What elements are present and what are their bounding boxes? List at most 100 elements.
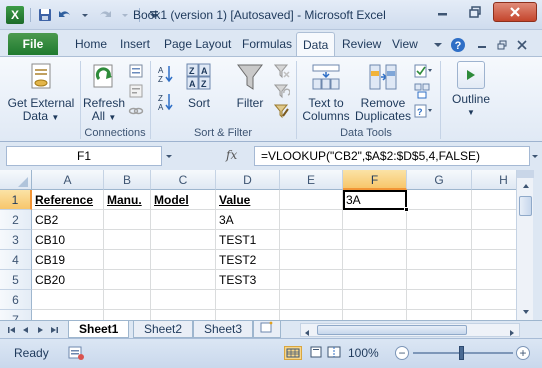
cell-g3[interactable] xyxy=(407,230,472,250)
column-header-g[interactable]: G xyxy=(407,170,472,190)
cell-b6[interactable] xyxy=(104,290,151,310)
cell-e2[interactable] xyxy=(280,210,343,230)
minimize-button[interactable] xyxy=(428,2,458,22)
page-layout-view-icon[interactable] xyxy=(308,346,324,360)
cell-d5[interactable]: TEST3 xyxy=(216,270,280,290)
last-sheet-icon[interactable] xyxy=(48,324,60,336)
column-header-e[interactable]: E xyxy=(280,170,343,190)
cell-e6[interactable] xyxy=(280,290,343,310)
column-header-d[interactable]: D xyxy=(216,170,280,190)
cell-g7[interactable] xyxy=(407,310,472,320)
column-header-f[interactable]: F xyxy=(343,170,407,190)
zoom-slider-thumb[interactable] xyxy=(459,346,464,360)
tab-review[interactable]: Review xyxy=(342,37,381,51)
cell-d1[interactable]: Value xyxy=(216,190,280,210)
sort-a-to-z-icon[interactable]: AZ xyxy=(158,65,174,84)
redo-dropdown-icon[interactable] xyxy=(117,7,133,23)
clear-filter-icon[interactable] xyxy=(273,63,290,79)
reapply-filter-icon[interactable] xyxy=(273,83,291,99)
what-if-analysis-icon[interactable]: ? xyxy=(414,103,432,119)
cell-e5[interactable] xyxy=(280,270,343,290)
tab-data[interactable]: Data xyxy=(296,32,336,57)
workbook-restore-icon[interactable] xyxy=(494,37,510,53)
scroll-up-icon[interactable] xyxy=(517,178,534,194)
cell-h5[interactable] xyxy=(472,270,516,290)
horizontal-scroll-thumb[interactable] xyxy=(317,325,467,335)
refresh-all-button[interactable]: Refresh All ▼ xyxy=(82,61,126,124)
tab-view[interactable]: View xyxy=(392,37,418,51)
sort-z-to-a-icon[interactable]: ZA xyxy=(158,93,174,112)
cell-b5[interactable] xyxy=(104,270,151,290)
cell-a1[interactable]: Reference xyxy=(32,190,104,210)
cell-b7[interactable] xyxy=(104,310,151,320)
cell-c2[interactable] xyxy=(151,210,216,230)
zoom-in-button[interactable]: + xyxy=(516,346,530,360)
vertical-scroll-thumb[interactable] xyxy=(519,196,532,216)
row-header-5[interactable]: 5 xyxy=(0,270,32,290)
cell-d6[interactable] xyxy=(216,290,280,310)
cell-a7[interactable] xyxy=(32,310,104,320)
cell-f7[interactable] xyxy=(343,310,407,320)
row-header-1[interactable]: 1 xyxy=(0,190,32,210)
zoom-out-button[interactable]: − xyxy=(395,346,409,360)
tab-home[interactable]: Home xyxy=(75,37,107,51)
row-header-2[interactable]: 2 xyxy=(0,210,32,230)
cell-f3[interactable] xyxy=(343,230,407,250)
cell-d2[interactable]: 3A xyxy=(216,210,280,230)
name-box-dropdown-icon[interactable] xyxy=(162,146,176,166)
cell-d7[interactable] xyxy=(216,310,280,320)
macro-recording-icon[interactable] xyxy=(68,346,84,360)
select-all-corner[interactable] xyxy=(0,170,32,190)
cell-c1[interactable]: Model xyxy=(151,190,216,210)
excel-logo-icon[interactable]: X xyxy=(6,6,24,24)
horizontal-scrollbar[interactable] xyxy=(300,323,520,337)
vertical-scrollbar[interactable] xyxy=(516,170,534,320)
normal-view-icon[interactable] xyxy=(284,346,302,360)
cell-a6[interactable] xyxy=(32,290,104,310)
cell-h4[interactable] xyxy=(472,250,516,270)
cell-e3[interactable] xyxy=(280,230,343,250)
close-button[interactable] xyxy=(493,2,537,22)
remove-duplicates-button[interactable]: Remove Duplicates xyxy=(354,61,412,123)
cell-e4[interactable] xyxy=(280,250,343,270)
cell-a2[interactable]: CB2 xyxy=(32,210,104,230)
cell-f5[interactable] xyxy=(343,270,407,290)
cell-a4[interactable]: CB19 xyxy=(32,250,104,270)
minimize-ribbon-icon[interactable] xyxy=(430,37,446,53)
tab-insert[interactable]: Insert xyxy=(120,37,150,51)
tab-file[interactable]: File xyxy=(8,33,58,55)
zoom-level[interactable]: 100% xyxy=(348,346,379,360)
cell-g1[interactable] xyxy=(407,190,472,210)
cell-b2[interactable] xyxy=(104,210,151,230)
cell-d4[interactable]: TEST2 xyxy=(216,250,280,270)
cell-g6[interactable] xyxy=(407,290,472,310)
sheet-tab-sheet2[interactable]: Sheet2 xyxy=(133,321,194,338)
cell-f4[interactable] xyxy=(343,250,407,270)
insert-function-button[interactable]: fx xyxy=(226,148,237,162)
formula-input[interactable]: =VLOOKUP("CB2",$A$2:$D$5,4,FALSE) xyxy=(254,146,530,166)
consolidate-icon[interactable] xyxy=(414,83,430,99)
cell-h7[interactable] xyxy=(472,310,516,320)
cell-b4[interactable] xyxy=(104,250,151,270)
first-sheet-icon[interactable] xyxy=(6,324,18,336)
tab-formulas[interactable]: Formulas xyxy=(242,37,292,51)
cell-c4[interactable] xyxy=(151,250,216,270)
cell-b1[interactable]: Manu. xyxy=(104,190,151,210)
row-header-6[interactable]: 6 xyxy=(0,290,32,310)
cell-f1[interactable]: 3A xyxy=(343,190,407,210)
split-box[interactable] xyxy=(517,170,534,178)
next-sheet-icon[interactable] xyxy=(34,324,46,336)
cell-f6[interactable] xyxy=(343,290,407,310)
sheet-tab-sheet1[interactable]: Sheet1 xyxy=(68,321,130,338)
filter-button[interactable]: Filter xyxy=(230,61,270,110)
cell-h3[interactable] xyxy=(472,230,516,250)
previous-sheet-icon[interactable] xyxy=(20,324,32,336)
text-to-columns-button[interactable]: Text to Columns xyxy=(300,61,352,123)
page-break-preview-icon[interactable] xyxy=(326,346,342,360)
help-icon[interactable]: ? xyxy=(450,37,466,53)
cell-e1[interactable] xyxy=(280,190,343,210)
row-header-3[interactable]: 3 xyxy=(0,230,32,250)
workbook-minimize-icon[interactable] xyxy=(474,37,490,53)
undo-dropdown-icon[interactable] xyxy=(77,7,93,23)
cell-g4[interactable] xyxy=(407,250,472,270)
